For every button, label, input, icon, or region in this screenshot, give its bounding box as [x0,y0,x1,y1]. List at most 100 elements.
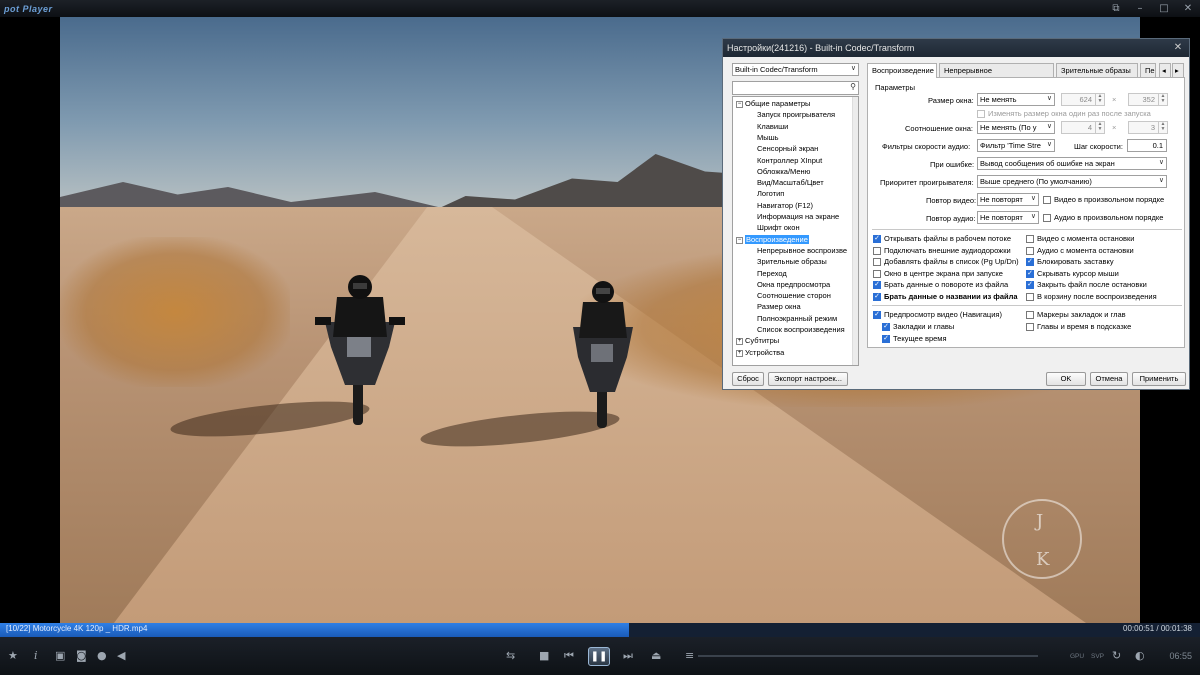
option-checkbox[interactable] [873,269,881,278]
tree-item[interactable]: Мышь [757,133,779,142]
tree-group[interactable]: Устройства [745,348,784,357]
aspect-combo[interactable]: Не менять (По у ∨ [977,121,1055,134]
close-icon[interactable]: ✕ [1176,0,1200,17]
tree-item[interactable]: Переход [757,269,787,278]
on-error-combo[interactable]: Вывод сообщения об ошибке на экран ∨ [977,157,1167,170]
pause-button[interactable]: ❚❚ [588,647,610,666]
change-once-checkbox[interactable] [977,110,985,118]
audio-random-checkbox[interactable] [1043,214,1051,222]
tree-item[interactable]: Запуск проигрывателя [757,110,835,119]
video-random-checkbox[interactable] [1043,196,1051,204]
option-checkbox[interactable] [1026,292,1034,301]
aspect-height-spinner[interactable]: 3 ▲ ▼ [1128,121,1168,134]
tree-scrollbar[interactable] [852,97,858,365]
option-checkbox[interactable] [1026,323,1034,331]
tree-item[interactable]: Размер окна [757,302,801,311]
tab-transition[interactable]: Пер [1140,63,1156,77]
cancel-button[interactable]: Отмена [1090,372,1128,386]
option-checkbox[interactable]: ✓ [873,281,881,289]
camera-icon[interactable]: ◙ [76,649,87,662]
expand-icon[interactable]: − [736,236,743,244]
preset-combo[interactable]: Built-in Codec/Transform ∨ [732,63,859,76]
tree-item[interactable]: Соотношение сторон [757,291,831,300]
volume-slider[interactable] [698,655,1038,657]
star-icon[interactable]: ★ [8,649,18,662]
tree-item[interactable]: Непрерывное воспроизве [757,246,847,255]
ok-button[interactable]: OK [1046,372,1086,386]
audio-speed-filter-combo[interactable]: Фильтр 'Time Stre ∨ [977,139,1055,152]
repeat-video-combo[interactable]: Не повторят ∨ [977,193,1039,206]
option-checkbox[interactable]: ✓ [1026,281,1034,289]
seek-bar[interactable]: [10/22] Motorcycle 4K 120p _ HDR.mp4 00:… [0,623,1200,637]
option-checkbox[interactable] [873,258,881,266]
tree-group[interactable]: Субтитры [745,336,779,345]
next-icon[interactable]: ⏭ [623,649,633,663]
previous-icon[interactable]: ⏮ [564,649,574,663]
apply-button[interactable]: Применить [1132,372,1186,386]
tree-group[interactable]: Общие параметры [745,99,810,108]
speed-step-input[interactable]: 0.1 [1127,139,1167,152]
settings-tree[interactable]: Общие параметры − Запуск проигрывателя Клав… [732,96,859,366]
tree-item[interactable]: Окна предпросмотра [757,280,830,289]
tab-visualizations[interactable]: Зрительные образы [1056,63,1138,77]
tab-scroll-left[interactable]: ◂ [1159,63,1171,77]
restore-icon[interactable]: ⧉ [1104,0,1128,17]
rotate-icon[interactable]: ↻ [1112,649,1121,662]
option-checkbox[interactable] [1026,311,1034,319]
expand-icon[interactable]: + [736,349,743,357]
tree-item[interactable]: Вид/Масштаб/Цвет [757,178,824,187]
tree-item[interactable]: Логотип [757,189,784,198]
option-checkbox[interactable] [1026,246,1034,255]
settings-icon[interactable]: ◐ [1135,649,1145,662]
option-checkbox[interactable]: ✓ [1026,269,1034,278]
info-icon[interactable]: i [34,649,38,662]
tree-search-input[interactable]: ⚲ [732,81,859,95]
option-checkbox[interactable]: ✓ [873,235,881,243]
option-checkbox[interactable]: ✓ [882,335,890,343]
option-checkbox[interactable] [1026,235,1034,243]
tab-scroll-right[interactable]: ▸ [1172,63,1184,77]
priority-combo[interactable]: Выше среднего (По умолчанию) ∨ [977,175,1167,188]
tree-item[interactable]: Зрительные образы [757,257,827,266]
speaker-icon[interactable]: ◀ [117,649,125,662]
tree-item[interactable]: Информация на экране [757,212,839,221]
tree-item[interactable]: Контроллер XInput [757,156,822,165]
tree-item[interactable]: Шрифт окон [757,223,800,232]
subtitle-icon[interactable]: ▣ [55,649,65,662]
tree-item[interactable]: Клавиши [757,122,788,131]
tree-item[interactable]: Навигатор (F12) [757,201,813,210]
window-height-spinner[interactable]: 352 ▲ ▼ [1128,93,1168,106]
search-icon: ⚲ [850,82,856,91]
chat-icon[interactable]: ● [97,649,107,662]
playlist-icon[interactable]: ⇆ [506,649,515,662]
window-width-spinner[interactable]: 624 ▲ ▼ [1061,93,1105,106]
stop-icon[interactable]: ■ [539,649,549,662]
dialog-close-icon[interactable]: ✕ [1171,41,1185,54]
option-checkbox[interactable]: ✓ [873,311,881,319]
option-checkbox[interactable]: ✓ [873,292,881,301]
aspect-width-spinner[interactable]: 4 ▲ ▼ [1061,121,1105,134]
dialog-title: Настройки(241216) - Built-in Codec/Trans… [727,43,915,53]
minimize-icon[interactable]: – [1128,0,1152,17]
window-size-combo[interactable]: Не менять ∨ [977,93,1055,106]
expand-icon[interactable]: + [736,338,743,346]
tree-item[interactable]: Сенсорный экран [757,144,818,153]
option-checkbox[interactable]: ✓ [882,323,890,331]
tree-item[interactable]: Полноэкранный режим [757,314,837,323]
maximize-icon[interactable]: □ [1152,0,1176,17]
expand-icon[interactable]: − [736,101,743,108]
tree-item[interactable]: Обложка/Меню [757,167,810,176]
option-checkbox[interactable]: ✓ [1026,258,1034,266]
tree-group[interactable]: Воспроизведение [745,234,809,244]
eject-icon[interactable]: ⏏ [651,649,661,662]
svp-badge[interactable]: SVP [1091,653,1104,660]
export-settings-button[interactable]: Экспорт настроек... [768,372,848,386]
menu-icon[interactable]: ≡ [685,649,694,662]
reset-button[interactable]: Сброс [732,372,764,386]
repeat-audio-combo[interactable]: Не повторят ∨ [977,211,1039,224]
aspect-width-value: 4 [1087,123,1092,132]
tab-continuous[interactable]: Непрерывное воспроизведение [939,63,1054,88]
option-checkbox[interactable] [873,246,881,255]
tab-playback[interactable]: Воспроизведение [867,63,937,78]
tree-item[interactable]: Список воспроизведения [757,325,845,334]
